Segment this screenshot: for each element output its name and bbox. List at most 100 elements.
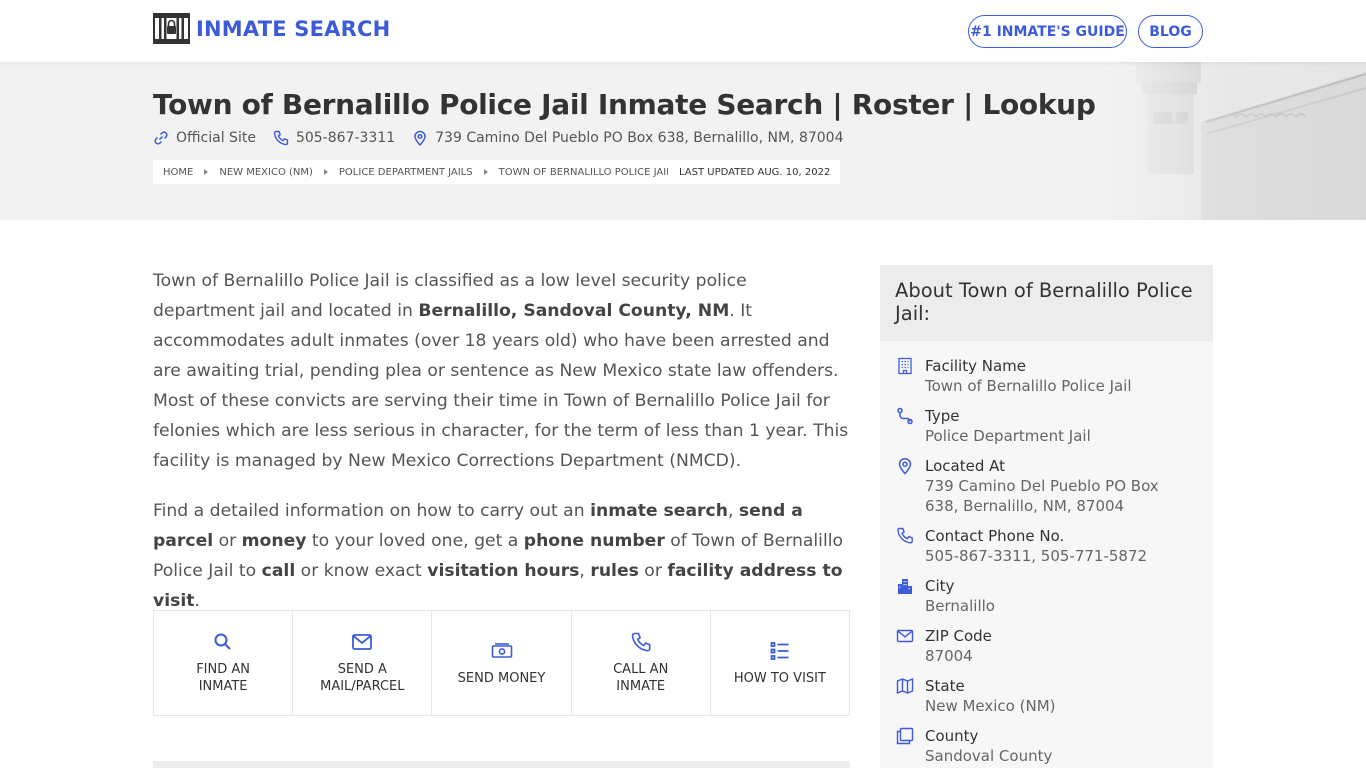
services-keyword: visitation hours xyxy=(427,561,580,581)
official-site-link[interactable]: Official Site xyxy=(153,130,256,146)
phone-icon xyxy=(897,527,913,544)
page-title: Town of Bernalillo Police Jail Inmate Se… xyxy=(153,88,1096,121)
breadcrumb: HOME NEW MEXICO (NM) POLICE DEPARTMENT J… xyxy=(153,160,681,184)
info-label: Facility Name xyxy=(925,357,1026,375)
nav-blog-button[interactable]: BLOG xyxy=(1138,15,1203,48)
info-value: 505-867-3311, 505-771-5872 xyxy=(925,547,1148,565)
action-label-line1: HOW TO VISIT xyxy=(733,670,826,686)
info-value: New Mexico (NM) xyxy=(925,697,1056,715)
phone-number: 505-867-3311 xyxy=(295,130,396,146)
services-text-part: or know exact xyxy=(295,561,428,581)
action-label-line1: SEND A xyxy=(337,662,387,677)
address-link[interactable]: 739 Camino Del Pueblo PO Box 638, Bernal… xyxy=(412,130,844,146)
services-keyword: money xyxy=(241,531,307,551)
services-keyword: phone number xyxy=(523,531,665,551)
info-value: Bernalillo xyxy=(925,597,995,615)
phone-icon xyxy=(631,632,651,652)
services-text-part: or xyxy=(213,531,242,551)
nav-inmates-guide-button[interactable]: #1 INMATE'S GUIDE xyxy=(968,15,1127,48)
facility-address: 739 Camino Del Pueblo PO Box 638, Bernal… xyxy=(435,130,844,146)
action-label-line2: INMATE xyxy=(616,679,666,694)
services-keyword: rules xyxy=(590,561,639,581)
info-label: Contact Phone No. xyxy=(925,527,1065,545)
info-facility-name: Facility Name Town of Bernalillo Police … xyxy=(880,356,1213,396)
action-label-line1: FIND AN xyxy=(196,662,250,677)
copy-icon xyxy=(896,727,914,745)
breadcrumb-category[interactable]: POLICE DEPARTMENT JAILS xyxy=(339,167,473,178)
logo-text: INMATE SEARCH xyxy=(196,16,391,41)
call-inmate-button[interactable]: CALL AN INMATE xyxy=(572,611,711,715)
search-icon xyxy=(214,633,231,650)
info-label: City xyxy=(925,577,955,595)
route-icon xyxy=(897,407,913,425)
info-value: Police Department Jail xyxy=(925,427,1091,445)
intro-content: Town of Bernalillo Police Jail is classi… xyxy=(153,266,853,636)
info-zip-code: ZIP Code 87004 xyxy=(880,626,1213,666)
phone-link[interactable]: 505-867-3311 xyxy=(273,130,395,146)
info-label: State xyxy=(925,677,965,695)
services-keyword: call xyxy=(261,561,296,581)
info-value: Town of Bernalillo Police Jail xyxy=(925,377,1132,395)
action-label-line1: SEND MONEY xyxy=(457,670,546,686)
action-label-line2: MAIL/PARCEL xyxy=(320,679,405,694)
official-site-label: Official Site xyxy=(176,130,256,146)
breadcrumb-current[interactable]: TOWN OF BERNALILLO POLICE JAIL xyxy=(499,167,672,178)
link-icon xyxy=(154,131,168,145)
breadcrumb-separator-icon xyxy=(483,169,488,175)
info-value: 87004 xyxy=(925,647,973,665)
services-paragraph: Find a detailed information on how to ca… xyxy=(153,496,853,616)
map-pin-icon xyxy=(414,130,426,146)
services-text-part: . xyxy=(194,591,200,611)
list-icon xyxy=(770,641,789,660)
facility-meta: Official Site 505-867-3311 739 Camino De… xyxy=(153,130,861,146)
services-text-part: , xyxy=(579,561,591,581)
intro-text-part: . It accommodates adult inmates (over 18… xyxy=(153,301,849,471)
action-label-line1: CALL AN xyxy=(613,662,669,677)
info-value: Sandoval County xyxy=(925,747,1053,765)
how-to-visit-button[interactable]: HOW TO VISIT xyxy=(711,611,849,715)
info-label: Type xyxy=(925,407,960,425)
info-located-at: Located At 739 Camino Del Pueblo PO Box … xyxy=(880,456,1213,516)
map-pin-icon xyxy=(898,458,912,475)
map-icon xyxy=(896,677,914,695)
info-city: City Bernalillo xyxy=(880,576,1213,616)
breadcrumb-home[interactable]: HOME xyxy=(163,167,193,178)
hero-banner: Town of Bernalillo Police Jail Inmate Se… xyxy=(0,62,1366,220)
services-text-part: to your loved one, get a xyxy=(306,531,524,551)
city-icon xyxy=(898,579,912,594)
services-text-part: , xyxy=(727,501,739,521)
mail-icon xyxy=(352,634,373,650)
facility-info-list: Facility Name Town of Bernalillo Police … xyxy=(880,341,1213,766)
breadcrumb-separator-icon xyxy=(204,169,209,175)
services-text-part: or xyxy=(638,561,668,581)
about-facility-title: About Town of Bernalillo Police Jail: xyxy=(880,265,1213,341)
info-contact-phone: Contact Phone No. 505-867-3311, 505-771-… xyxy=(880,526,1213,566)
mail-icon xyxy=(896,629,914,643)
info-type: Type Police Department Jail xyxy=(880,406,1213,446)
info-label: ZIP Code xyxy=(925,627,992,645)
about-facility-card: About Town of Bernalillo Police Jail: Fa… xyxy=(880,265,1213,768)
site-logo[interactable]: INMATE SEARCH xyxy=(153,13,390,44)
action-label-line2: INMATE xyxy=(198,679,248,694)
send-money-button[interactable]: SEND MONEY xyxy=(432,611,572,715)
phone-icon xyxy=(273,130,289,146)
last-updated-badge: LAST UPDATED AUG. 10, 2022 xyxy=(668,160,841,184)
intro-paragraph: Town of Bernalillo Police Jail is classi… xyxy=(153,266,853,476)
info-value: 739 Camino Del Pueblo PO Box 638, Bernal… xyxy=(925,477,1159,515)
intro-location-bold: Bernalillo, Sandoval County, NM xyxy=(418,301,730,321)
info-county: County Sandoval County xyxy=(880,726,1213,766)
info-state: State New Mexico (NM) xyxy=(880,676,1213,716)
breadcrumb-state[interactable]: NEW MEXICO (NM) xyxy=(219,167,313,178)
jail-cell-icon xyxy=(153,13,190,44)
quick-actions: FIND AN INMATE SEND A MAIL/PARCEL SEND M… xyxy=(153,610,850,716)
breadcrumb-separator-icon xyxy=(323,169,328,175)
find-inmate-button[interactable]: FIND AN INMATE xyxy=(154,611,294,715)
prison-tower-illustration xyxy=(1106,62,1366,220)
services-keyword: inmate search xyxy=(590,501,728,521)
send-mail-parcel-button[interactable]: SEND A MAIL/PARCEL xyxy=(293,611,433,715)
money-icon xyxy=(491,642,512,658)
building-icon xyxy=(898,357,912,375)
next-section-edge xyxy=(153,761,850,768)
info-label: Located At xyxy=(925,457,1005,475)
info-label: County xyxy=(925,727,979,745)
